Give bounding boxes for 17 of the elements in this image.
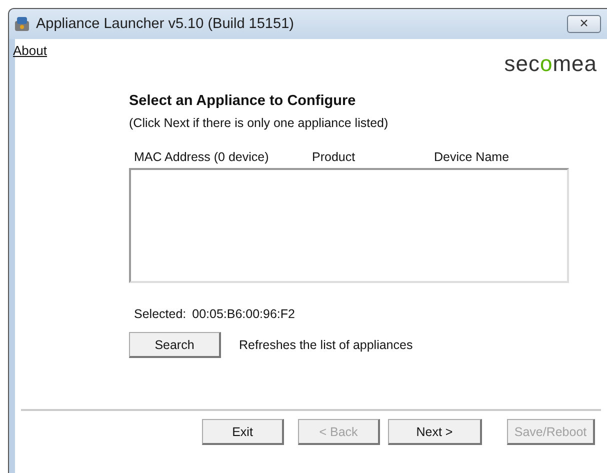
- dialog-button[interactable]: Next >: [388, 419, 482, 445]
- close-button[interactable]: ×: [567, 15, 601, 33]
- selected-label: Selected:: [134, 307, 186, 321]
- selected-mac: 00:05:B6:00:96:F2: [192, 307, 295, 321]
- about-link[interactable]: About: [13, 43, 47, 58]
- column-header: MAC Address (0 device): [134, 150, 270, 164]
- logo: secomea: [504, 51, 597, 77]
- hint-text: (Click Next if there is only one appliance listed): [129, 116, 390, 130]
- search-description: Refreshes the list of appliances: [239, 338, 413, 352]
- column-header: Product: [312, 150, 356, 164]
- search-button[interactable]: Search: [129, 332, 221, 358]
- heading: Select an Appliance to Configure: [129, 93, 357, 109]
- dialog-button[interactable]: Exit: [202, 419, 284, 445]
- window-title: Appliance Launcher v5.10 (Build 15151): [36, 16, 294, 32]
- column-header: Device Name: [434, 150, 510, 164]
- app-icon: [13, 15, 31, 33]
- appliance-list[interactable]: [129, 168, 569, 283]
